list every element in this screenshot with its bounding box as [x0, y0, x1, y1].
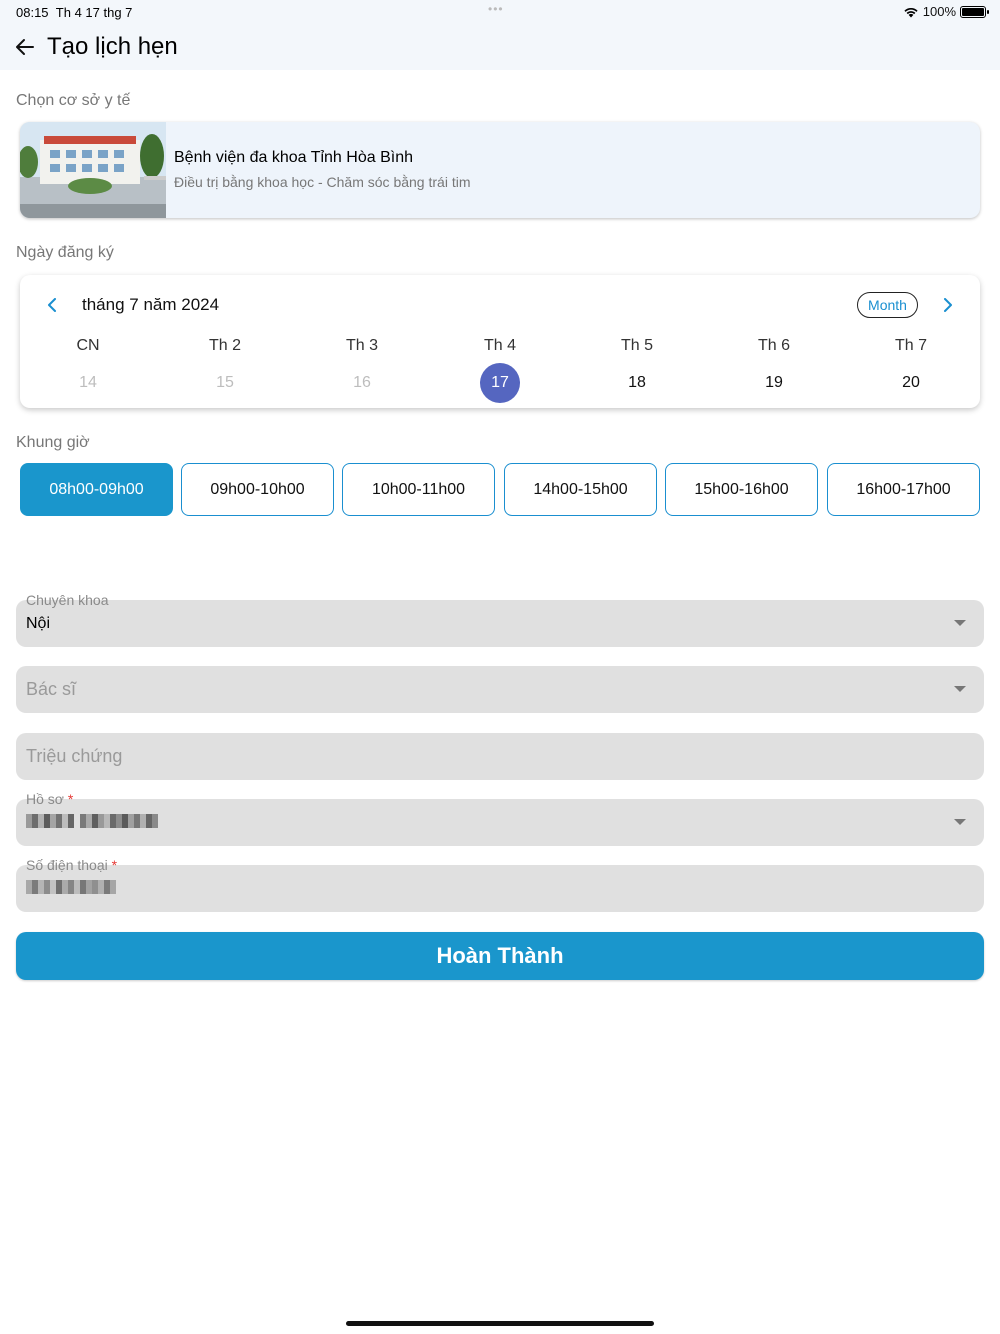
- profile-value-redacted: [26, 814, 158, 828]
- doctor-placeholder: Bác sĩ: [26, 679, 77, 699]
- status-time: 08:15 Th 4 17 thg 7: [16, 5, 133, 20]
- specialty-value: Nội: [26, 615, 51, 632]
- weekday-label: Th 6: [757, 337, 790, 354]
- calendar-next-button[interactable]: [938, 293, 958, 317]
- status-date: Th 4 17 thg 7: [55, 5, 133, 20]
- day-column: CN 14: [48, 337, 128, 407]
- caret-down-icon: [954, 620, 966, 626]
- chevron-left-icon: [48, 298, 56, 312]
- caret-down-icon: [954, 686, 966, 692]
- battery-percent: 100%: [922, 4, 956, 19]
- caret-down-icon: [954, 819, 966, 825]
- time-slot[interactable]: 15h00-16h00: [665, 463, 818, 516]
- status-right: 100%: [903, 4, 989, 19]
- phone-value-redacted: [26, 880, 116, 894]
- day-column: Th 6 19: [734, 337, 814, 407]
- phone-label: Số điện thoại *: [26, 857, 118, 873]
- time-slot[interactable]: 16h00-17h00: [827, 463, 980, 516]
- date-cell[interactable]: 19: [754, 363, 794, 403]
- calendar-prev-button[interactable]: [42, 293, 62, 317]
- page-title: Tạo lịch hẹn: [47, 33, 178, 60]
- date-section-label: Ngày đăng ký: [16, 244, 114, 261]
- calendar-week-row: CN 14 Th 2 15 Th 3 16 Th 4 17 Th 5 18 Th…: [20, 337, 980, 407]
- day-column: Th 5 18: [597, 337, 677, 407]
- weekday-label: Th 3: [345, 337, 378, 354]
- weekday-label: Th 2: [208, 337, 241, 354]
- arrow-left-icon: [16, 39, 34, 55]
- hospital-card[interactable]: Bệnh viện đa khoa Tỉnh Hòa Bình Điều trị…: [20, 122, 980, 218]
- weekday-label: CN: [76, 337, 100, 354]
- hospital-photo: [20, 122, 166, 218]
- calendar-month-title: tháng 7 năm 2024: [82, 295, 220, 314]
- required-mark: *: [111, 857, 118, 873]
- time-slot-selected[interactable]: 08h00-09h00: [20, 463, 173, 516]
- date-cell[interactable]: 18: [617, 363, 657, 403]
- date-cell[interactable]: 14: [68, 363, 108, 403]
- doctor-dropdown[interactable]: Bác sĩ: [16, 666, 984, 713]
- phone-input[interactable]: [16, 865, 984, 912]
- status-bar: 08:15 Th 4 17 thg 7 ••• 100%: [0, 0, 1000, 24]
- symptoms-input[interactable]: Triệu chứng: [16, 733, 984, 780]
- time-slot[interactable]: 10h00-11h00: [342, 463, 495, 516]
- submit-button[interactable]: Hoàn Thành: [16, 932, 984, 980]
- weekday-label: Th 5: [620, 337, 653, 354]
- time-section-label: Khung giờ: [16, 434, 90, 451]
- day-column: Th 4 17: [460, 337, 540, 407]
- battery-icon: [960, 5, 989, 18]
- calendar-card: tháng 7 năm 2024 Month CN 14 Th 2 15 Th …: [20, 275, 980, 408]
- profile-label: Hồ sơ *: [26, 791, 74, 807]
- facility-section-label: Chọn cơ sở y tế: [16, 92, 131, 109]
- day-column: Th 7 20: [871, 337, 951, 407]
- time-slot-list: 08h00-09h00 09h00-10h00 10h00-11h00 14h0…: [20, 463, 980, 516]
- profile-dropdown[interactable]: [16, 799, 984, 846]
- specialty-dropdown[interactable]: Nội: [16, 600, 984, 647]
- time-slot[interactable]: 09h00-10h00: [181, 463, 334, 516]
- chevron-right-icon: [944, 298, 952, 312]
- app-header: Tạo lịch hẹn: [0, 24, 1000, 70]
- date-cell[interactable]: 15: [205, 363, 245, 403]
- required-mark: *: [67, 791, 74, 807]
- day-column: Th 3 16: [322, 337, 402, 407]
- wifi-icon: [904, 7, 918, 17]
- home-indicator[interactable]: [346, 1321, 654, 1326]
- hospital-slogan: Điều trị bằng khoa học - Chăm sóc bằng t…: [174, 174, 471, 190]
- back-button[interactable]: [12, 34, 38, 60]
- day-column: Th 2 15: [185, 337, 265, 407]
- date-cell[interactable]: 20: [891, 363, 931, 403]
- multitasking-dots[interactable]: •••: [488, 2, 504, 16]
- time-slot[interactable]: 14h00-15h00: [504, 463, 657, 516]
- weekday-label: Th 4: [483, 337, 516, 354]
- month-view-button[interactable]: Month: [857, 292, 918, 318]
- symptoms-placeholder: Triệu chứng: [26, 746, 123, 766]
- date-cell[interactable]: 16: [342, 363, 382, 403]
- hospital-name: Bệnh viện đa khoa Tỉnh Hòa Bình: [174, 149, 413, 166]
- specialty-label: Chuyên khoa: [26, 592, 109, 608]
- weekday-label: Th 7: [894, 337, 927, 354]
- date-cell-selected[interactable]: 17: [480, 363, 520, 403]
